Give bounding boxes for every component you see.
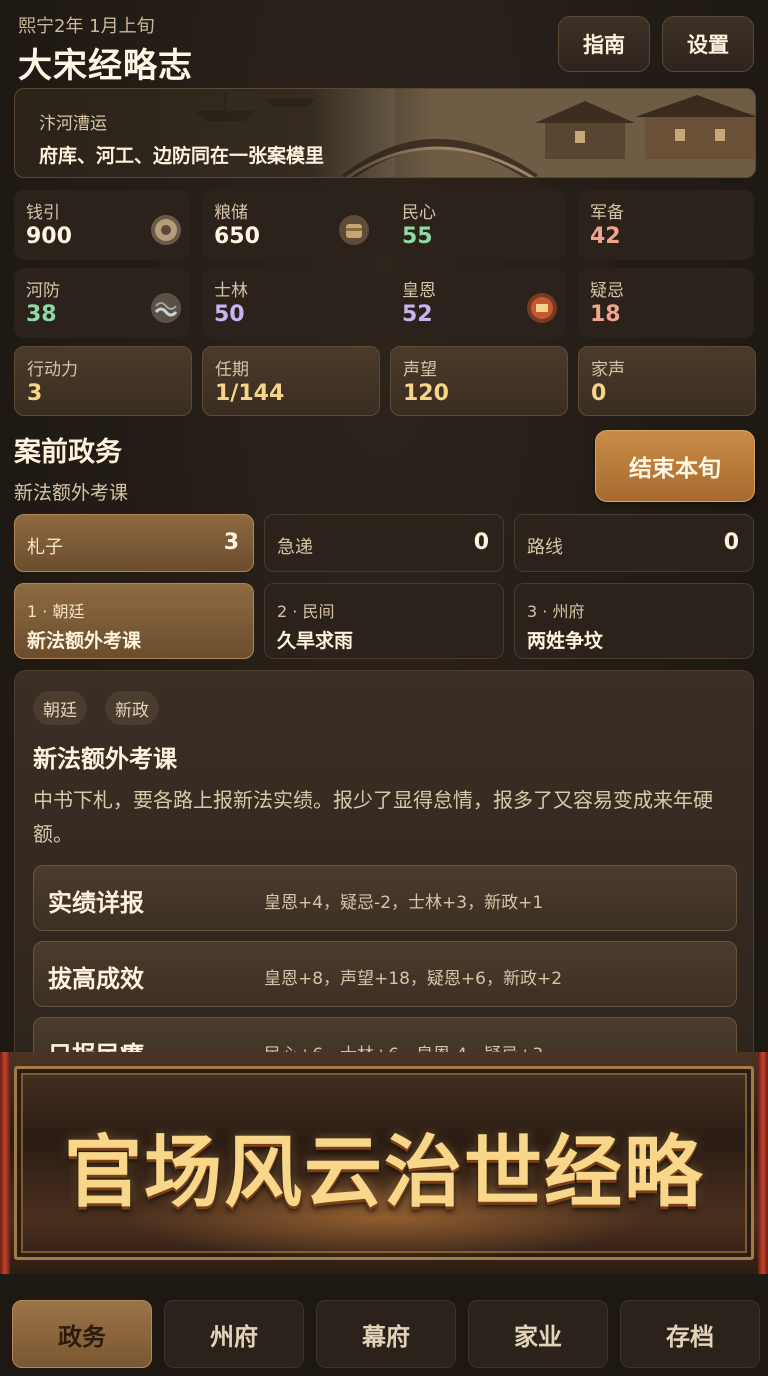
settings-button[interactable]: 设置 xyxy=(662,16,754,72)
tag-new-policy: 新政 xyxy=(105,691,159,725)
filter-zhazi[interactable]: 札子 3 xyxy=(14,514,254,572)
case-description: 中书下札，要各路上报新法实绩。报少了显得怠情，报多了又容易变成来年硬额。 xyxy=(33,788,713,846)
filter-luxian[interactable]: 路线 0 xyxy=(514,514,754,572)
nav-tab-save[interactable]: 存档 xyxy=(620,1300,760,1368)
tag-court: 朝廷 xyxy=(33,691,87,725)
stat-value: 1/144 xyxy=(215,381,285,406)
stat-family-name: 家声 0 xyxy=(578,346,756,416)
promo-slogan: 官场风云治世经略 xyxy=(63,1127,704,1218)
case-name: 新法额外考课 xyxy=(27,630,142,652)
filter-count: 3 xyxy=(223,530,239,555)
stat-label: 疑忌 xyxy=(590,281,624,301)
game-date: 熙宁2年 1月上旬 xyxy=(18,16,155,37)
stat-liangchu: 粮储 650 xyxy=(202,190,378,260)
stat-label: 粮储 xyxy=(214,203,248,223)
seal-icon xyxy=(527,293,557,323)
banner-subtitle: 汴河漕运 xyxy=(39,114,107,134)
stat-value: 650 xyxy=(214,224,260,249)
filter-label: 札子 xyxy=(27,537,63,558)
filter-label: 急递 xyxy=(277,537,313,558)
stat-label: 声望 xyxy=(403,360,437,380)
case-detail-card: 朝廷 新政 新法额外考课 中书下札，要各路上报新法实绩。报少了显得怠情，报多了又… xyxy=(14,670,754,1090)
stat-label: 钱引 xyxy=(26,203,60,223)
stat-label: 家声 xyxy=(591,360,625,380)
stat-label: 任期 xyxy=(215,360,249,380)
stat-yiji: 疑忌 18 xyxy=(578,268,754,338)
stat-shilin: 士林 50 xyxy=(202,268,378,338)
stat-value: 52 xyxy=(402,302,433,327)
stat-hefang: 河防 38 xyxy=(14,268,190,338)
app-screen: 熙宁2年 1月上旬 大宋经略志 指南 设置 汴河漕运 府库、河工、边防同在一张案… xyxy=(0,0,768,1376)
nav-tab-affairs[interactable]: 政务 xyxy=(12,1300,152,1368)
option-effects: 皇恩+4，疑忌-2，士林+3，新政+1 xyxy=(264,893,544,913)
section-subtitle: 新法额外考课 xyxy=(14,482,129,504)
nav-tab-prefecture[interactable]: 州府 xyxy=(164,1300,304,1368)
filter-count: 0 xyxy=(723,530,739,555)
stat-label: 军备 xyxy=(590,203,624,223)
option-name: 实绩详报 xyxy=(48,889,144,917)
option-detailed-report[interactable]: 实绩详报 皇恩+4，疑忌-2，士林+3，新政+1 xyxy=(33,865,737,931)
option-inflate-results[interactable]: 拔高成效 皇恩+8，声望+18，疑恩+6，新政+2 xyxy=(33,941,737,1007)
stat-value: 120 xyxy=(403,381,449,406)
stat-junbei: 军备 42 xyxy=(578,190,754,260)
stat-label: 民心 xyxy=(402,203,436,223)
stat-huangen: 皇恩 52 xyxy=(390,268,566,338)
filter-count: 0 xyxy=(473,530,489,555)
filter-label: 路线 xyxy=(527,537,563,558)
case-tab-folk[interactable]: 2 · 民间 久旱求雨 xyxy=(264,583,504,659)
stat-label: 皇恩 xyxy=(402,281,436,301)
case-name: 久旱求雨 xyxy=(277,630,354,652)
case-index: 3 · 州府 xyxy=(527,602,585,621)
stat-value: 50 xyxy=(214,302,245,327)
end-turn-button[interactable]: 结束本旬 xyxy=(595,430,755,502)
stat-value: 55 xyxy=(402,224,433,249)
grain-icon xyxy=(339,215,369,245)
guide-button[interactable]: 指南 xyxy=(558,16,650,72)
stat-label: 河防 xyxy=(26,281,60,301)
case-title: 新法额外考课 xyxy=(33,745,177,773)
case-tab-court[interactable]: 1 · 朝廷 新法额外考课 xyxy=(14,583,254,659)
case-index: 2 · 民间 xyxy=(277,602,335,621)
stat-action-points: 行动力 3 xyxy=(14,346,192,416)
stat-minxin: 民心 55 xyxy=(390,190,566,260)
bottom-nav: 政务 州府 幕府 家业 存档 xyxy=(0,1288,768,1376)
banner-caption: 府库、河工、边防同在一张案模里 xyxy=(39,145,325,167)
game-title: 大宋经略志 xyxy=(18,46,193,86)
scene-banner: 汴河漕运 府库、河工、边防同在一张案模里 xyxy=(14,88,756,178)
stat-value: 900 xyxy=(26,224,72,249)
stat-value: 18 xyxy=(590,302,621,327)
stat-label: 行动力 xyxy=(27,360,78,380)
stat-value: 3 xyxy=(27,381,43,406)
option-effects: 皇恩+8，声望+18，疑恩+6，新政+2 xyxy=(264,969,563,989)
levee-icon xyxy=(151,293,181,323)
stat-qianyin: 钱引 900 xyxy=(14,190,190,260)
stat-value: 0 xyxy=(591,381,607,406)
stat-value: 42 xyxy=(590,224,621,249)
option-name: 拔高成效 xyxy=(48,965,144,993)
promo-banner: 官场风云治世经略 xyxy=(0,1052,768,1274)
stat-value: 38 xyxy=(26,302,57,327)
stat-label: 士林 xyxy=(214,281,248,301)
nav-tab-staff[interactable]: 幕府 xyxy=(316,1300,456,1368)
coin-icon xyxy=(151,215,181,245)
nav-tab-estate[interactable]: 家业 xyxy=(468,1300,608,1368)
case-name: 两姓争坟 xyxy=(527,630,604,652)
stat-reputation: 声望 120 xyxy=(390,346,568,416)
case-tab-prefecture[interactable]: 3 · 州府 两姓争坟 xyxy=(514,583,754,659)
stat-term: 任期 1/144 xyxy=(202,346,380,416)
filter-jidi[interactable]: 急递 0 xyxy=(264,514,504,572)
section-title: 案前政务 xyxy=(14,437,122,468)
case-index: 1 · 朝廷 xyxy=(27,602,85,621)
